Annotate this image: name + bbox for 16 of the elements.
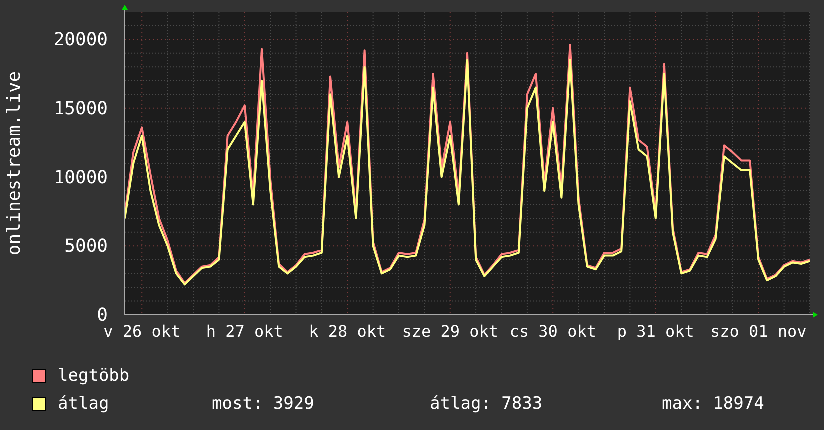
x-tick-label: h 27 okt <box>206 322 284 341</box>
legend-stat: átlag: 7833 <box>430 394 544 414</box>
x-tick-label: k 28 okt <box>309 322 386 341</box>
legend-label: átlag <box>58 394 110 414</box>
y-tick-label: 15000 <box>54 98 108 120</box>
y-tick-label: 10000 <box>54 167 108 188</box>
y-tick-label: 5000 <box>64 236 108 258</box>
legend-stat: max: 18974 <box>662 394 764 414</box>
x-tick-label: sze 29 okt <box>402 322 499 341</box>
x-tick-label: cs 30 okt <box>510 322 596 341</box>
x-tick-label: szo 01 nov <box>710 322 807 341</box>
y-axis-label: onlinestream.live <box>4 71 25 256</box>
legend-stat: most: 3929 <box>212 394 316 414</box>
legend-label: legtöbb <box>58 366 131 386</box>
x-tick-label: p 31 okt <box>617 322 694 341</box>
y-tick-label: 20000 <box>54 30 108 51</box>
